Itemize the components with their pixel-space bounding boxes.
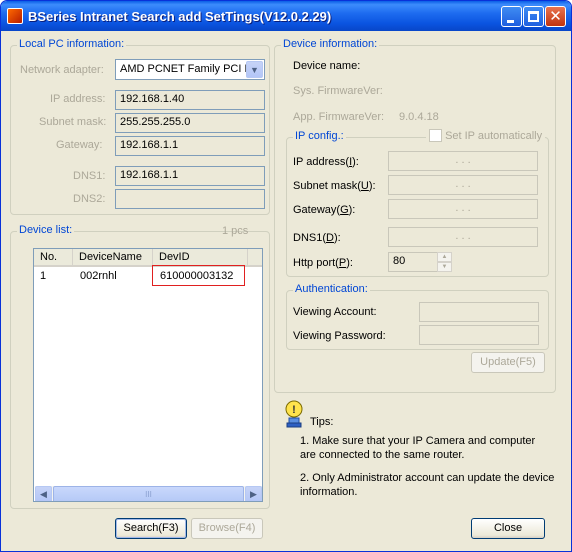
viewing-password-input[interactable] — [419, 325, 539, 345]
viewing-account-input[interactable] — [419, 302, 539, 322]
local-dns1-field: 192.168.1.1 — [115, 166, 265, 186]
scroll-thumb[interactable]: III — [53, 486, 244, 501]
label-part: Subnet mask( — [293, 180, 361, 192]
sys-firmware-label: Sys. FirmwareVer: — [293, 85, 383, 97]
ip-dots: . . . — [455, 178, 471, 190]
local-dns2-field — [115, 189, 265, 209]
label-key: U — [360, 180, 369, 192]
authentication-legend: Authentication: — [293, 283, 370, 295]
update-button[interactable]: Update(F5) — [471, 352, 545, 373]
gateway-label: Gateway: — [56, 139, 103, 151]
tips-title: Tips: — [310, 416, 334, 428]
ip-address-config-label: IP address(I): — [293, 156, 359, 168]
viewing-account-label: Viewing Account: — [293, 306, 377, 318]
devid-highlight-box — [152, 265, 245, 286]
http-port-label: Http port(P): — [293, 257, 353, 269]
app-firmware-value: 9.0.4.18 — [399, 111, 439, 123]
dns1-config-label: DNS1(D): — [293, 232, 341, 244]
search-button[interactable]: Search(F3) — [115, 518, 187, 539]
label-part: Gateway( — [293, 204, 341, 216]
auto-ip-label: Set IP automatically — [445, 129, 543, 142]
device-list-legend: Device list: — [17, 224, 75, 236]
device-name-label: Device name: — [293, 60, 361, 72]
label-part: ): — [352, 156, 359, 168]
row-no: 1 — [40, 270, 47, 282]
http-port-input[interactable]: 80 — [388, 252, 438, 272]
main-window: BSeries Intranet Search add SetTings(V12… — [0, 0, 572, 552]
label-key: D — [326, 232, 334, 244]
subnet-config-label: Subnet mask(U): — [293, 180, 376, 192]
auto-ip-checkbox[interactable] — [429, 129, 442, 142]
column-header-no[interactable]: No. — [34, 249, 73, 267]
label-part: IP address( — [293, 156, 350, 168]
tips-line-2: are connected to the same router. — [300, 449, 465, 461]
window-title: BSeries Intranet Search add SetTings(V12… — [28, 9, 332, 24]
dns1-input[interactable]: . . . — [388, 227, 538, 247]
dns2-label: DNS2: — [73, 193, 106, 205]
device-table[interactable]: No. DeviceName DevID 1 002rnhl 610000003… — [33, 248, 263, 502]
gateway-input[interactable]: . . . — [388, 199, 538, 219]
local-ip-field: 192.168.1.40 — [115, 90, 265, 110]
label-part: Http port( — [293, 257, 339, 269]
horizontal-scrollbar[interactable]: ◀ III ▶ — [35, 486, 262, 501]
local-pc-legend: Local PC information: — [17, 38, 127, 50]
ip-address-label: IP address: — [50, 93, 106, 105]
device-count: 1 pcs — [222, 225, 249, 237]
auto-ip-checkbox-wrap[interactable]: Set IP automatically — [426, 129, 546, 144]
tips-line-3: 2. Only Administrator account can update… — [300, 472, 555, 484]
spin-up-icon[interactable]: ▲ — [437, 252, 452, 262]
maximize-icon — [528, 11, 539, 22]
subnet-mask-label: Subnet mask: — [39, 116, 107, 128]
label-part: ): — [368, 180, 376, 192]
local-subnet-field: 255.255.255.0 — [115, 113, 265, 133]
label-key: G — [340, 204, 349, 216]
lightbulb-icon: ! — [285, 400, 303, 428]
label-part: ): — [346, 257, 353, 269]
network-adapter-select[interactable]: AMD PCNET Family PCI Eth ▼ — [115, 59, 265, 80]
browse-button[interactable]: Browse(F4) — [191, 518, 263, 539]
ip-dots: . . . — [455, 202, 471, 214]
ip-config-legend: IP config.: — [293, 130, 346, 142]
ip-dots: . . . — [455, 154, 471, 166]
column-header-filler — [248, 249, 262, 267]
spin-down-icon[interactable]: ▼ — [437, 262, 452, 272]
network-adapter-label: Network adapter: — [20, 64, 104, 76]
app-firmware-label: App. FirmwareVer: — [293, 111, 385, 123]
row-device-name: 002rnhl — [80, 270, 117, 282]
ip-dots: . . . — [455, 230, 471, 242]
scroll-right-icon[interactable]: ▶ — [245, 486, 262, 501]
close-window-button[interactable]: ✕ — [545, 6, 566, 27]
column-header-device-name[interactable]: DeviceName — [73, 249, 153, 267]
tips-line-4: information. — [300, 486, 358, 498]
viewing-password-label: Viewing Password: — [293, 330, 386, 342]
maximize-button[interactable] — [523, 6, 544, 27]
label-part: ): — [333, 232, 341, 244]
title-bar[interactable]: BSeries Intranet Search add SetTings(V12… — [1, 1, 571, 31]
close-icon: ✕ — [549, 8, 562, 25]
label-part: ): — [348, 204, 356, 216]
svg-text:!: ! — [292, 404, 296, 416]
http-port-spinner[interactable]: ▲ ▼ — [437, 252, 452, 272]
chevron-down-icon[interactable]: ▼ — [246, 61, 263, 78]
local-gateway-field: 192.168.1.1 — [115, 136, 265, 156]
app-icon — [7, 8, 23, 24]
label-part: DNS1( — [293, 232, 327, 244]
device-info-legend: Device information: — [281, 38, 380, 50]
close-button[interactable]: Close — [471, 518, 545, 539]
subnet-mask-input[interactable]: . . . — [388, 175, 538, 195]
scroll-left-icon[interactable]: ◀ — [35, 486, 52, 501]
dns1-label: DNS1: — [73, 170, 106, 182]
ip-address-input[interactable]: . . . — [388, 151, 538, 171]
network-adapter-value: AMD PCNET Family PCI Eth — [120, 63, 261, 75]
tips-line-1: 1. Make sure that your IP Camera and com… — [300, 435, 536, 447]
minimize-button[interactable] — [501, 6, 522, 27]
minimize-icon — [507, 20, 514, 23]
gateway-config-label: Gateway(G): — [293, 204, 355, 216]
